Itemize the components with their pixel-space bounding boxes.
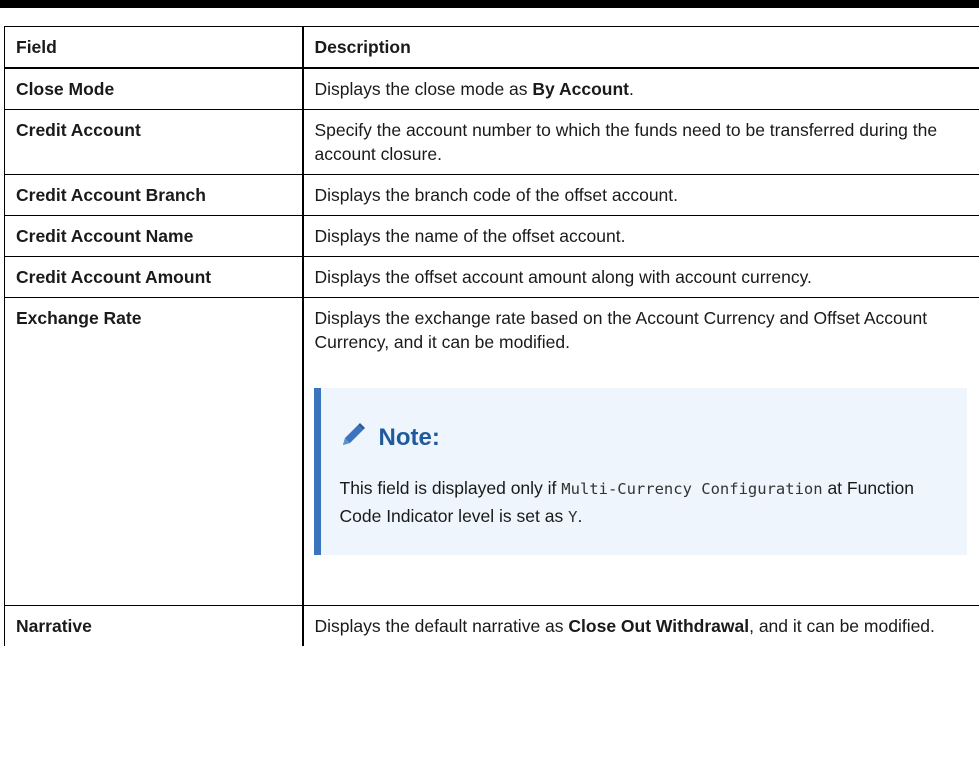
field-name: Close Mode [4,67,304,110]
field-description: Displays the exchange rate based on the … [302,297,979,606]
document-page: Field Description Close Mode Displays th… [0,0,979,763]
field-name: Narrative [4,605,304,646]
field-name: Credit Account Name [4,215,304,257]
table-header-row: Field Description [4,26,979,69]
table-row: Credit Account Branch Displays the branc… [4,174,979,216]
field-description-table: Field Description Close Mode Displays th… [4,26,979,646]
note-title: Note: [378,424,440,451]
header-description: Description [302,26,979,69]
table-row: Credit Account Specify the account numbe… [4,109,979,175]
note-code: Multi-Currency Configuration [561,480,823,498]
note-callout: Note: This field is displayed only if Mu… [313,388,967,555]
table-row: Narrative Displays the default narrative… [4,605,979,646]
field-description: Displays the name of the offset account. [302,215,979,257]
description-text: , and it can be modified. [749,616,935,636]
description-text: Displays the close mode as [314,79,533,99]
top-rule [0,0,979,8]
field-name: Exchange Rate [4,297,304,606]
field-description: Displays the branch code of the offset a… [302,174,979,216]
pencil-icon [339,421,367,455]
description-bold-value: By Account [532,79,629,99]
description-text: Displays the default narrative as [314,616,569,636]
table-row: Exchange Rate Displays the exchange rate… [4,297,979,606]
note-text: This field is displayed only if [339,478,562,498]
field-name: Credit Account Amount [4,256,304,298]
field-name: Credit Account Branch [4,174,304,216]
table-row: Credit Account Amount Displays the offse… [4,256,979,298]
field-description: Specify the account number to which the … [302,109,979,175]
note-text: . [577,506,583,526]
field-name: Credit Account [4,109,304,175]
field-description: Displays the default narrative as Close … [302,605,979,646]
description-text: Displays the exchange rate based on the … [314,308,928,352]
field-description: Displays the close mode as By Account. [302,67,979,110]
note-body: This field is displayed only if Multi-Cu… [339,475,948,531]
table-row: Credit Account Name Displays the name of… [4,215,979,257]
description-bold-value: Close Out Withdrawal [568,616,750,636]
field-description: Displays the offset account amount along… [302,256,979,298]
table-row: Close Mode Displays the close mode as By… [4,67,979,110]
header-field: Field [4,26,304,69]
description-text: . [628,79,634,99]
note-header: Note: [339,421,948,455]
